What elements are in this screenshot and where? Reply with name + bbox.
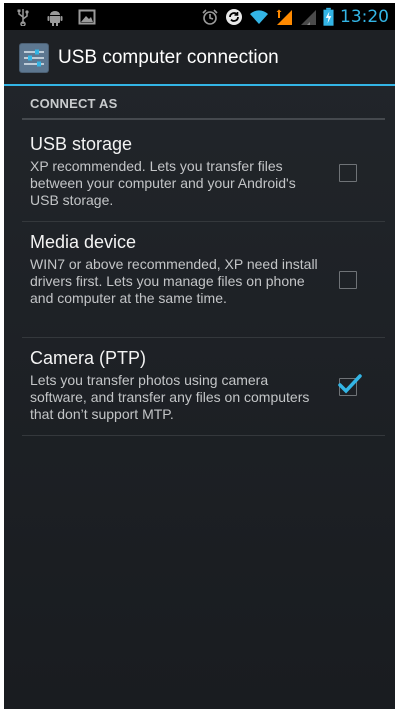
camera-ptp-checkbox[interactable] xyxy=(338,373,362,396)
option-title: USB storage xyxy=(30,134,133,154)
option-media-device[interactable]: Media device WIN7 or above recommended, … xyxy=(22,222,385,338)
usb-icon xyxy=(17,9,29,26)
checkbox-box xyxy=(339,270,357,289)
option-summary: WIN7 or above recommended, XP need insta… xyxy=(30,256,318,306)
option-title: Media device xyxy=(30,232,137,252)
option-usb-storage[interactable]: USB storage XP recommended. Lets you tra… xyxy=(22,124,385,222)
section-header-label: CONNECT AS xyxy=(30,96,118,111)
checkbox-box xyxy=(339,163,357,182)
checkmark-icon xyxy=(338,373,362,394)
connection-options-list: USB storage XP recommended. Lets you tra… xyxy=(22,124,385,436)
section-header: CONNECT AS xyxy=(22,93,385,120)
sync-icon xyxy=(226,8,242,25)
settings-sliders-icon[interactable] xyxy=(18,42,50,74)
signal-strong-icon xyxy=(276,9,292,25)
option-summary: XP recommended. Lets you transfer files … xyxy=(30,158,296,208)
option-camera-ptp[interactable]: Camera (PTP) Lets you transfer photos us… xyxy=(22,338,385,436)
page-title: USB computer connection xyxy=(58,47,279,68)
gallery-notification-icon xyxy=(78,9,96,25)
android-debug-icon xyxy=(47,11,63,26)
signal-weak-icon xyxy=(301,9,316,25)
clock-time: 13:20 xyxy=(340,6,389,27)
media-device-checkbox[interactable] xyxy=(339,270,357,289)
action-bar: USB computer connection xyxy=(4,30,395,86)
device-screen: 13:20 USB computer connection CONNECT AS… xyxy=(4,3,395,709)
battery-charging-icon xyxy=(323,7,334,26)
wifi-icon xyxy=(250,9,268,24)
usb-storage-checkbox[interactable] xyxy=(339,163,357,182)
alarm-icon xyxy=(202,8,218,25)
status-bar: 13:20 xyxy=(4,3,395,30)
option-title: Camera (PTP) xyxy=(30,348,147,368)
option-summary: Lets you transfer photos using camera so… xyxy=(30,372,310,422)
